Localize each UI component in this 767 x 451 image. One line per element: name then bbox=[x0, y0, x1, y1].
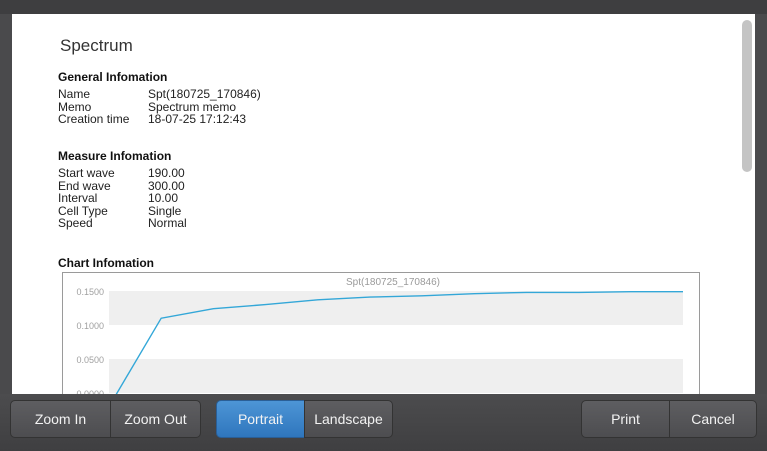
chart-info-heading: Chart Infomation bbox=[58, 256, 154, 270]
measure-info-table: Start wave 190.00 End wave 300.00 Interval… bbox=[58, 167, 187, 230]
grid-band bbox=[109, 359, 683, 393]
document-title: Spectrum bbox=[60, 36, 133, 55]
vertical-scrollbar[interactable] bbox=[742, 20, 752, 172]
y-tick-label: 0.1000 bbox=[76, 321, 104, 331]
info-row: Name Spt(180725_170846) bbox=[58, 87, 261, 101]
cancel-button[interactable]: Cancel bbox=[669, 400, 757, 438]
general-info-heading: General Infomation bbox=[58, 70, 168, 84]
y-tick-label: 0.0500 bbox=[76, 355, 104, 365]
bottom-toolbar: Zoom In Zoom Out Portrait Landscape Prin… bbox=[0, 394, 767, 451]
print-button[interactable]: Print bbox=[581, 400, 670, 438]
chart-title: Spt(180725_170846) bbox=[346, 277, 440, 288]
measure-info-heading: Measure Infomation bbox=[58, 149, 172, 163]
portrait-button[interactable]: Portrait bbox=[216, 400, 305, 438]
general-info-table: Name Spt(180725_170846) Memo Spectrum memo… bbox=[58, 88, 261, 126]
spectrum-chart: Spt(180725_170846)0.15000.10000.05000.00… bbox=[62, 272, 700, 394]
info-row: Speed Normal bbox=[58, 216, 187, 230]
y-tick-label: 0.1500 bbox=[76, 287, 104, 297]
window-top-edge bbox=[0, 0, 767, 14]
chart-canvas: Spt(180725_170846)0.15000.10000.05000.00… bbox=[76, 277, 683, 394]
info-row: Creation time 18-07-25 17:12:43 bbox=[58, 112, 247, 126]
print-preview-page[interactable]: Spectrum General Infomation Name Spt(1807… bbox=[12, 14, 755, 394]
info-row: Interval 10.00 bbox=[58, 191, 179, 205]
zoom-in-button[interactable]: Zoom In bbox=[10, 400, 111, 438]
landscape-button[interactable]: Landscape bbox=[304, 400, 393, 438]
zoom-out-button[interactable]: Zoom Out bbox=[110, 400, 201, 438]
info-row: Start wave 190.00 bbox=[58, 166, 185, 180]
